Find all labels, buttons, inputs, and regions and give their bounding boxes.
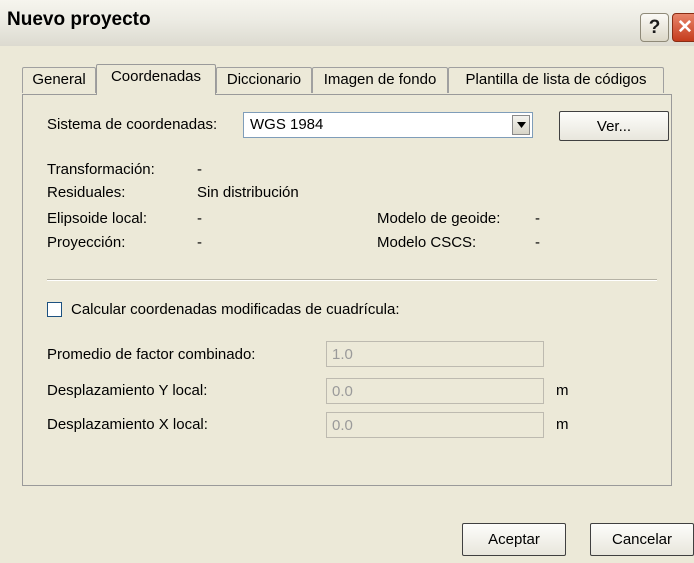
- window-title: Nuevo proyecto: [7, 9, 151, 30]
- coordinate-system-label: Sistema de coordenadas:: [47, 116, 218, 133]
- tab-general[interactable]: General: [22, 67, 96, 93]
- tab-plantilla-de-lista-de-codigos[interactable]: Plantilla de lista de códigos: [448, 67, 664, 93]
- help-button[interactable]: ?: [640, 13, 669, 42]
- geoid-model-value: -: [535, 210, 540, 227]
- coordinate-system-select[interactable]: WGS 1984: [243, 112, 533, 138]
- chevron-down-icon[interactable]: [512, 115, 530, 135]
- residuals-value: Sin distribución: [197, 184, 299, 201]
- local-x-offset-field: 0.0: [326, 412, 544, 438]
- dialog-window: Nuevo proyecto ? ✕ General Coordenadas D…: [0, 0, 694, 563]
- local-x-offset-value: 0.0: [332, 417, 353, 434]
- projection-value: -: [197, 234, 202, 251]
- local-y-offset-unit: m: [556, 382, 569, 399]
- local-y-offset-label: Desplazamiento Y local:: [47, 382, 208, 399]
- tab-coordenadas[interactable]: Coordenadas: [96, 64, 216, 95]
- tab-diccionario[interactable]: Diccionario: [216, 67, 312, 93]
- projection-label: Proyección:: [47, 234, 126, 251]
- accept-button[interactable]: Aceptar: [462, 523, 566, 556]
- cancel-button[interactable]: Cancelar: [590, 523, 694, 556]
- transformation-label: Transformación:: [47, 161, 155, 178]
- tab-imagen-de-fondo[interactable]: Imagen de fondo: [312, 67, 448, 93]
- title-bar[interactable]: Nuevo proyecto ? ✕: [0, 0, 694, 46]
- local-x-offset-unit: m: [556, 416, 569, 433]
- local-ellipsoid-label: Elipsoide local:: [47, 210, 148, 227]
- local-x-offset-label: Desplazamiento X local:: [47, 416, 208, 433]
- cscs-model-value: -: [535, 234, 540, 251]
- grid-coordinates-label[interactable]: Calcular coordenadas modificadas de cuad…: [71, 301, 400, 318]
- dialog-client: General Coordenadas Diccionario Imagen d…: [0, 46, 694, 563]
- close-button[interactable]: ✕: [672, 13, 694, 42]
- coordinates-panel: Sistema de coordenadas: WGS 1984 Ver... …: [22, 94, 672, 486]
- cscs-model-label: Modelo CSCS:: [377, 234, 477, 251]
- grid-coordinates-checkbox[interactable]: [47, 302, 62, 317]
- residuals-label: Residuales:: [47, 184, 126, 201]
- local-ellipsoid-value: -: [197, 210, 202, 227]
- geoid-model-label: Modelo de geoide:: [377, 210, 501, 227]
- combined-factor-label: Promedio de factor combinado:: [47, 346, 256, 363]
- coordinate-system-value: WGS 1984: [250, 116, 324, 133]
- separator: [47, 279, 657, 281]
- combined-factor-field: 1.0: [326, 341, 544, 367]
- transformation-value: -: [197, 161, 202, 178]
- combined-factor-value: 1.0: [332, 346, 353, 363]
- local-y-offset-field: 0.0: [326, 378, 544, 404]
- view-button[interactable]: Ver...: [559, 111, 669, 141]
- local-y-offset-value: 0.0: [332, 383, 353, 400]
